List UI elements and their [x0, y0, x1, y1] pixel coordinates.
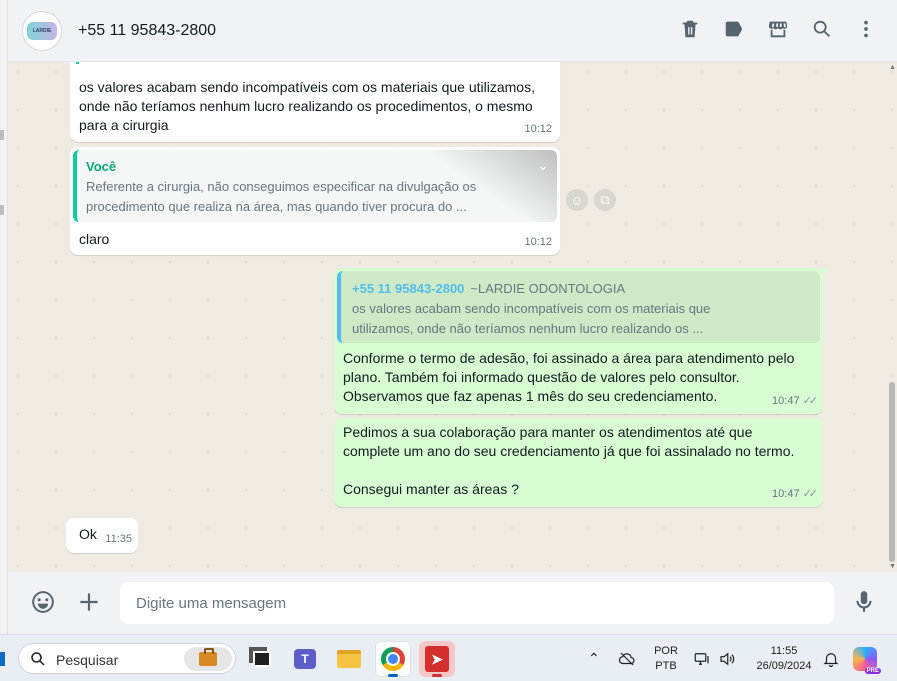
message-incoming[interactable]: Ok 11:35: [66, 518, 138, 553]
message-text: os valores acabam sendo incompatíveis co…: [79, 79, 535, 133]
avatar-logo: LARDIE: [27, 22, 57, 40]
message-outgoing[interactable]: Pedimos a sua colaboração para manter os…: [334, 418, 823, 507]
time-label: 10:47: [772, 395, 800, 407]
search-icon: [31, 652, 45, 666]
teams-app-button[interactable]: T: [287, 641, 323, 677]
input-language-indicator[interactable]: POR PTB: [652, 635, 680, 681]
message-incoming[interactable]: os valores acabam sendo incompatíveis co…: [70, 62, 560, 142]
teams-icon: T: [294, 649, 316, 669]
message-time: 10:47 ✓✓: [772, 392, 819, 411]
pdf-icon: ➤: [425, 646, 449, 672]
time-label: 11:35: [105, 533, 132, 545]
quote-author: +55 11 95843-2800 ~LARDIE ODONTOLOGIA: [352, 279, 625, 298]
chat-header[interactable]: LARDIE +55 11 95843-2800: [8, 0, 897, 62]
message-text-paragraph: Pedimos a sua colaboração para manter os…: [343, 424, 795, 459]
file-explorer-button[interactable]: [331, 641, 367, 677]
system-clock[interactable]: 11:55 26/09/2024: [752, 635, 816, 681]
task-view-button[interactable]: [244, 641, 280, 677]
quote-author-number: +55 11 95843-2800: [352, 281, 465, 296]
taskbar-search[interactable]: Pesquisar: [18, 643, 236, 674]
language-code: POR: [654, 644, 678, 657]
acrobat-app-button[interactable]: ➤: [419, 641, 455, 677]
active-indicator: [432, 674, 442, 677]
message-time: 11:35: [105, 530, 132, 549]
delete-icon[interactable]: [679, 18, 701, 40]
network-icon[interactable]: [693, 635, 711, 681]
double-check-icon: ✓✓: [802, 395, 819, 407]
show-hidden-icons-chevron-icon[interactable]: ⌃: [588, 635, 600, 681]
edge-mark: [0, 205, 4, 215]
bubble-tail: [822, 268, 830, 276]
edge-mark: [0, 130, 4, 140]
time-label: 10:12: [524, 236, 552, 248]
copilot-icon[interactable]: PRE: [853, 635, 881, 681]
double-check-icon: ✓✓: [802, 488, 819, 500]
search-highlight-icon[interactable]: [184, 647, 232, 671]
message-time: 10:12: [524, 120, 552, 139]
quoted-message[interactable]: Você Referente a cirurgia, não conseguim…: [73, 150, 557, 222]
time-label: 10:12: [524, 123, 552, 135]
message-hover-actions: ☺ ⧉: [566, 189, 616, 211]
message-list[interactable]: os valores acabam sendo incompatíveis co…: [8, 62, 897, 572]
message-time: 10:47 ✓✓: [772, 485, 819, 504]
scroll-down-arrow-icon[interactable]: ▼: [889, 563, 896, 570]
menu-icon[interactable]: [855, 18, 877, 40]
windows-taskbar: Pesquisar T ➤ ⌃ POR PTB 11:55 26/09/2024…: [0, 634, 897, 681]
emoji-icon[interactable]: [30, 589, 56, 615]
forward-icon[interactable]: ⧉: [594, 189, 616, 211]
message-incoming-reply[interactable]: Você Referente a cirurgia, não conseguim…: [70, 147, 560, 255]
attach-plus-icon[interactable]: [76, 589, 102, 615]
message-input[interactable]: Digite uma mensagem: [120, 582, 834, 624]
contact-name[interactable]: +55 11 95843-2800: [78, 22, 216, 40]
chevron-down-icon[interactable]: ⌄: [537, 156, 549, 175]
quote-text: os valores acabam sendo incompatíveis co…: [352, 301, 711, 336]
copilot-logo: PRE: [853, 646, 881, 674]
keyboard-layout: PTB: [655, 659, 677, 672]
header-actions: [679, 18, 877, 40]
cloud-off-icon[interactable]: [618, 635, 636, 681]
chat-scrollbar[interactable]: [889, 382, 895, 562]
store-icon[interactable]: [767, 18, 789, 40]
label-icon[interactable]: [723, 18, 745, 40]
notification-bell-icon[interactable]: [822, 635, 840, 681]
start-button-icon[interactable]: [0, 652, 5, 666]
volume-icon[interactable]: [718, 635, 736, 681]
microphone-icon[interactable]: [851, 589, 877, 615]
preview-badge: PRE: [864, 667, 881, 674]
quote-text: Referente a cirurgia, não conseguimos es…: [86, 179, 477, 214]
contact-avatar[interactable]: LARDIE: [22, 11, 62, 51]
emoji-react-icon[interactable]: ☺: [566, 189, 588, 211]
message-input-placeholder: Digite uma mensagem: [136, 594, 287, 612]
quote-bar-fragment: [76, 62, 79, 64]
message-text: claro: [79, 231, 110, 247]
chrome-icon: [381, 647, 405, 671]
search-icon[interactable]: [811, 18, 833, 40]
message-text: Ok: [79, 526, 97, 542]
message-composer: Digite uma mensagem: [8, 572, 897, 634]
briefcase-icon: [199, 648, 217, 666]
clock-time: 11:55: [770, 644, 798, 657]
active-indicator: [388, 674, 398, 677]
time-label: 10:47: [772, 488, 800, 500]
quoted-message[interactable]: +55 11 95843-2800 ~LARDIE ODONTOLOGIA os …: [337, 271, 820, 343]
message-time: 10:12: [524, 233, 552, 252]
clock-date: 26/09/2024: [756, 659, 812, 672]
message-outgoing-reply[interactable]: +55 11 95843-2800 ~LARDIE ODONTOLOGIA os …: [334, 268, 830, 414]
task-view-icon: [253, 651, 271, 667]
quote-author-pushname: ~LARDIE ODONTOLOGIA: [470, 281, 626, 296]
chrome-app-button[interactable]: [375, 641, 411, 677]
background-window-edge: [0, 0, 8, 634]
message-text: Conforme o termo de adesão, foi assinado…: [343, 350, 795, 404]
message-text-question: Consegui manter as áreas ?: [343, 481, 519, 497]
folder-icon: [337, 650, 361, 668]
message-text: Pedimos a sua colaboração para manter os…: [343, 423, 813, 499]
search-label: Pesquisar: [56, 652, 119, 668]
scroll-up-arrow-icon[interactable]: ▲: [889, 64, 896, 71]
quote-author: Você: [86, 159, 117, 174]
